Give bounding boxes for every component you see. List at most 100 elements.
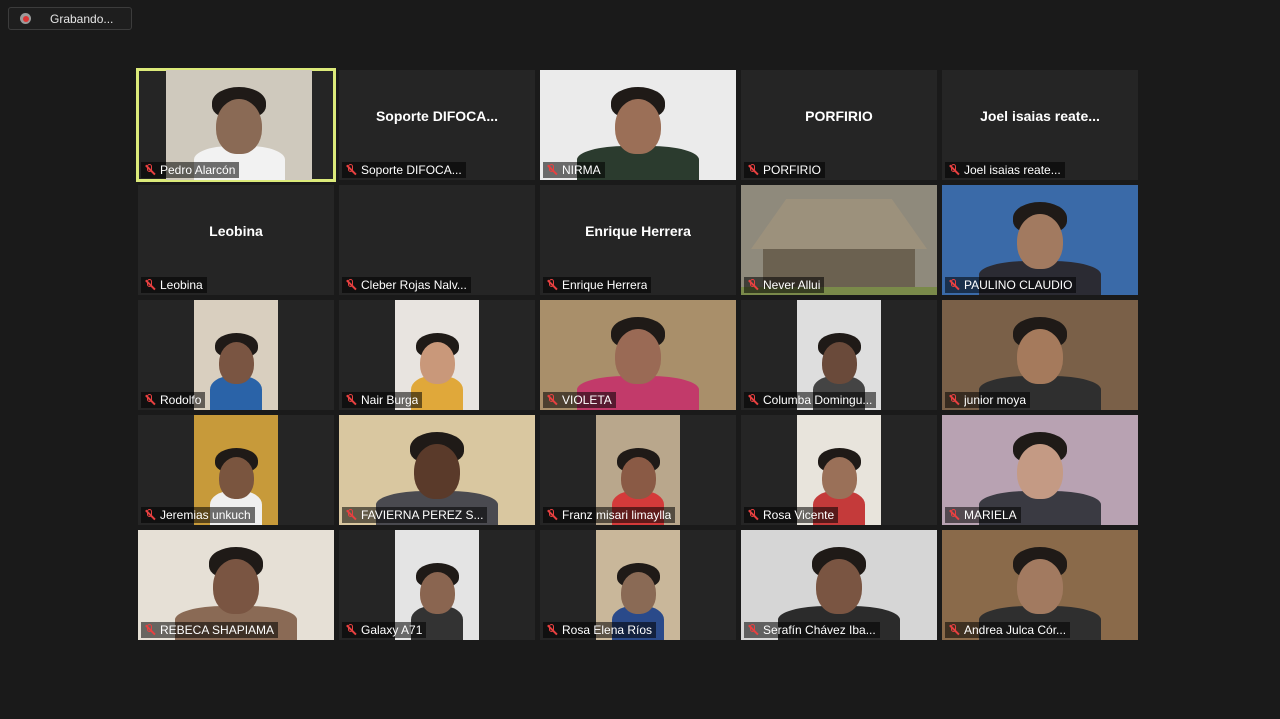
participant-tile[interactable]: PAULINO CLAUDIO bbox=[942, 185, 1138, 295]
mic-muted-icon bbox=[746, 623, 760, 637]
mic-muted-icon bbox=[746, 278, 760, 292]
participant-label: VIOLETA bbox=[543, 392, 616, 408]
participant-label: Joel isaias reate... bbox=[945, 162, 1065, 178]
participant-tile[interactable]: MARIELA bbox=[942, 415, 1138, 525]
participant-name: Soporte DIFOCA... bbox=[361, 163, 462, 177]
participant-tile[interactable]: Columba Domingu... bbox=[741, 300, 937, 410]
participant-name: PAULINO CLAUDIO bbox=[964, 278, 1073, 292]
participant-label: FAVIERNA PEREZ S... bbox=[342, 507, 488, 523]
participant-tile[interactable]: Joel isaias reate... Joel isaias reate... bbox=[942, 70, 1138, 180]
participant-label: Franz misari limaylla bbox=[543, 507, 676, 523]
mic-muted-icon bbox=[947, 393, 961, 407]
participant-name: junior moya bbox=[964, 393, 1027, 407]
participant-tile[interactable]: Cleber Rojas Nalv... bbox=[339, 185, 535, 295]
participant-tile[interactable]: Jeremias unkuch bbox=[138, 415, 334, 525]
mic-muted-icon bbox=[545, 508, 559, 522]
participant-tile[interactable]: Pedro Alarcón bbox=[136, 68, 336, 182]
participant-label: Rodolfo bbox=[141, 392, 206, 408]
participant-tile[interactable]: REBECA SHAPIAMA bbox=[138, 530, 334, 640]
participant-tile[interactable]: Galaxy A71 bbox=[339, 530, 535, 640]
participant-tile[interactable]: PORFIRIO PORFIRIO bbox=[741, 70, 937, 180]
mic-muted-icon bbox=[545, 393, 559, 407]
participant-name: Rodolfo bbox=[160, 393, 202, 407]
mic-muted-icon bbox=[947, 278, 961, 292]
mic-muted-icon bbox=[344, 163, 358, 177]
participant-label: Columba Domingu... bbox=[744, 392, 877, 408]
participant-tile[interactable]: Andrea Julca Cór... bbox=[942, 530, 1138, 640]
participant-name: Galaxy A71 bbox=[361, 623, 423, 637]
participant-name: REBECA SHAPIAMA bbox=[160, 623, 275, 637]
participant-label: Jeremias unkuch bbox=[141, 507, 255, 523]
participant-name-display: Leobina bbox=[209, 223, 263, 239]
participant-tile[interactable]: FAVIERNA PEREZ S... bbox=[339, 415, 535, 525]
participant-name-display: Joel isaias reate... bbox=[980, 108, 1100, 124]
mic-muted-icon bbox=[746, 163, 760, 177]
participant-name: FAVIERNA PEREZ S... bbox=[361, 508, 484, 522]
participant-name: Nair Burga bbox=[361, 393, 419, 407]
mic-muted-icon bbox=[746, 393, 760, 407]
recording-indicator[interactable]: Grabando... bbox=[8, 7, 132, 30]
participant-tile[interactable]: NIRMA bbox=[540, 70, 736, 180]
mic-muted-icon bbox=[947, 163, 961, 177]
recording-label: Grabando... bbox=[50, 12, 114, 26]
mic-muted-icon bbox=[143, 393, 157, 407]
participant-name: VIOLETA bbox=[562, 393, 612, 407]
participant-tile[interactable]: Enrique Herrera Enrique Herrera bbox=[540, 185, 736, 295]
participant-name: MARIELA bbox=[964, 508, 1017, 522]
participant-tile[interactable]: Leobina Leobina bbox=[138, 185, 334, 295]
participant-label: Cleber Rojas Nalv... bbox=[342, 277, 471, 293]
participant-tile[interactable]: Serafín Chávez Iba... bbox=[741, 530, 937, 640]
mic-muted-icon bbox=[545, 163, 559, 177]
mic-muted-icon bbox=[344, 278, 358, 292]
participant-name: Rosa Vicente bbox=[763, 508, 835, 522]
mic-muted-icon bbox=[344, 508, 358, 522]
participant-label: Pedro Alarcón bbox=[141, 162, 240, 178]
participant-tile[interactable]: VIOLETA bbox=[540, 300, 736, 410]
participant-tile[interactable]: Rosa Vicente bbox=[741, 415, 937, 525]
mic-muted-icon bbox=[746, 508, 760, 522]
mic-muted-icon bbox=[545, 278, 559, 292]
participant-label: Never Allui bbox=[744, 277, 825, 293]
participant-label: PORFIRIO bbox=[744, 162, 826, 178]
participant-name: Serafín Chávez Iba... bbox=[763, 623, 876, 637]
participant-label: Soporte DIFOCA... bbox=[342, 162, 466, 178]
participant-tile[interactable]: Rodolfo bbox=[138, 300, 334, 410]
participant-label: Rosa Elena Ríos bbox=[543, 622, 657, 638]
mic-muted-icon bbox=[947, 508, 961, 522]
participant-name: Never Allui bbox=[763, 278, 821, 292]
participant-tile[interactable]: junior moya bbox=[942, 300, 1138, 410]
participant-name: Andrea Julca Cór... bbox=[964, 623, 1067, 637]
participant-name-display: Enrique Herrera bbox=[585, 223, 691, 239]
participant-tile[interactable]: Nair Burga bbox=[339, 300, 535, 410]
participant-label: Leobina bbox=[141, 277, 207, 293]
mic-muted-icon bbox=[545, 623, 559, 637]
mic-muted-icon bbox=[143, 623, 157, 637]
participant-name: NIRMA bbox=[562, 163, 601, 177]
participant-gallery: Pedro Alarcón Soporte DIFOCA... Soporte DI… bbox=[136, 68, 1138, 640]
participant-name-display: Soporte DIFOCA... bbox=[375, 108, 499, 124]
participant-tile[interactable]: Rosa Elena Ríos bbox=[540, 530, 736, 640]
mic-muted-icon bbox=[143, 163, 157, 177]
mic-muted-icon bbox=[143, 508, 157, 522]
participant-label: REBECA SHAPIAMA bbox=[141, 622, 279, 638]
participant-label: Galaxy A71 bbox=[342, 622, 427, 638]
participant-tile[interactable]: Never Allui bbox=[741, 185, 937, 295]
participant-video bbox=[194, 300, 278, 410]
mic-muted-icon bbox=[344, 393, 358, 407]
participant-name: Jeremias unkuch bbox=[160, 508, 251, 522]
participant-label: MARIELA bbox=[945, 507, 1021, 523]
participant-label: Rosa Vicente bbox=[744, 507, 839, 523]
participant-label: Enrique Herrera bbox=[543, 277, 652, 293]
participant-tile[interactable]: Soporte DIFOCA... Soporte DIFOCA... bbox=[339, 70, 535, 180]
mic-muted-icon bbox=[143, 278, 157, 292]
participant-name-display: PORFIRIO bbox=[805, 108, 873, 124]
participant-name: Rosa Elena Ríos bbox=[562, 623, 653, 637]
participant-name: Cleber Rojas Nalv... bbox=[361, 278, 467, 292]
participant-label: NIRMA bbox=[543, 162, 605, 178]
participant-tile[interactable]: Franz misari limaylla bbox=[540, 415, 736, 525]
participant-label: Serafín Chávez Iba... bbox=[744, 622, 880, 638]
participant-name: Enrique Herrera bbox=[562, 278, 648, 292]
mic-muted-icon bbox=[947, 623, 961, 637]
participant-name: Joel isaias reate... bbox=[964, 163, 1061, 177]
participant-name: Pedro Alarcón bbox=[160, 163, 236, 177]
